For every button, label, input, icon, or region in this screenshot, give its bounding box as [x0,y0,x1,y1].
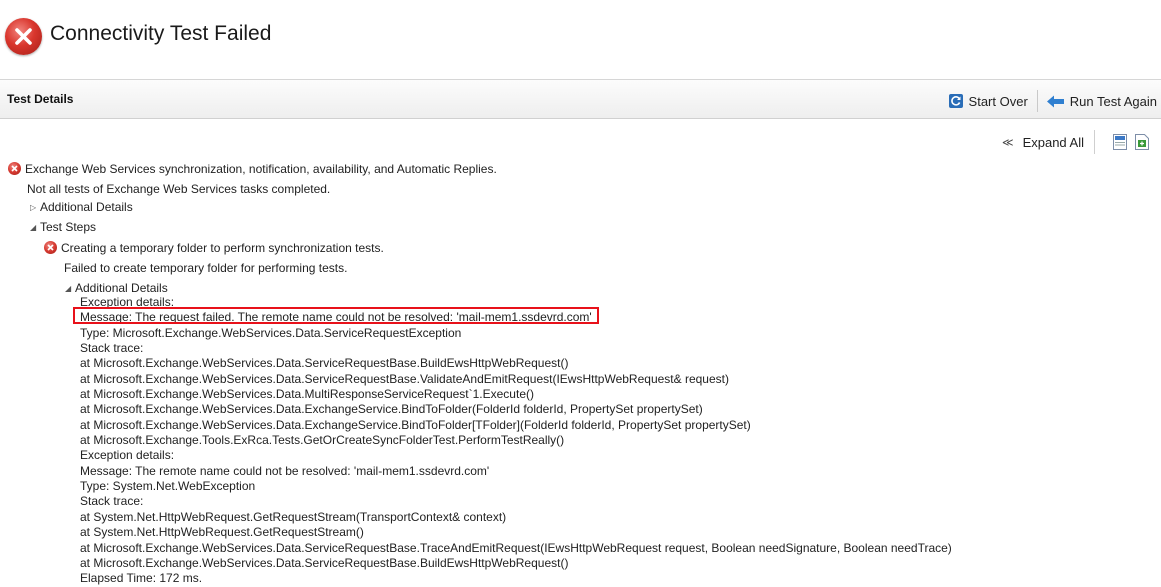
save-document-icon[interactable] [1113,134,1127,150]
detail-line: at Microsoft.Exchange.WebServices.Data.S… [80,555,569,570]
start-over-label: Start Over [968,93,1028,109]
error-icon [44,241,57,254]
detail-line: at Microsoft.Exchange.Tools.ExRca.Tests.… [80,433,565,448]
step-title-text: Creating a temporary folder to perform s… [61,241,384,255]
detail-line: Type: Microsoft.Exchange.WebServices.Dat… [80,325,462,340]
detail-line: Exception details: [80,448,175,463]
test-details-bar: Test Details Start Over Run Test Again [0,79,1161,119]
double-chevron-down-icon: ≪ [1002,136,1014,149]
bar-actions: Start Over Run Test Again [948,90,1157,112]
additional-details-toggle[interactable]: ▷ Additional Details [30,199,133,216]
detail-line: at Microsoft.Exchange.WebServices.Data.S… [80,540,952,555]
run-test-again-button[interactable]: Run Test Again [1046,93,1157,109]
exception-details: Exception details: Message: The request … [80,295,952,587]
step-summary: Failed to create temporary folder for pe… [64,261,348,275]
triangle-right-icon: ▷ [30,203,37,212]
detail-line: at Microsoft.Exchange.WebServices.Data.S… [80,371,729,386]
triangle-down-icon: ◢ [30,223,37,232]
detail-line: Message: The remote name could not be re… [80,463,490,478]
error-icon [8,162,21,175]
detail-line: at System.Net.HttpWebRequest.GetRequestS… [80,525,364,540]
test-steps-label: Test Steps [40,220,97,234]
refresh-icon [948,94,963,108]
detail-line: at Microsoft.Exchange.WebServices.Data.S… [80,356,569,371]
toolbar-divider [1036,90,1038,112]
step-title[interactable]: Creating a temporary folder to perform s… [44,240,384,256]
result-main-title[interactable]: Exchange Web Services synchronization, n… [8,161,497,177]
detail-line: Stack trace: [80,494,144,509]
detail-line: at Microsoft.Exchange.WebServices.Data.E… [80,402,703,417]
detail-line: at System.Net.HttpWebRequest.GetRequestS… [80,509,507,524]
step-additional-details-label: Additional Details [75,281,168,295]
detail-line: at Microsoft.Exchange.WebServices.Data.E… [80,417,751,432]
additional-details-label: Additional Details [40,200,133,214]
detail-line: at Microsoft.Exchange.WebServices.Data.M… [80,387,534,402]
tools-divider [1094,130,1095,154]
test-steps-toggle[interactable]: ◢ Test Steps [30,219,96,236]
back-arrow-icon [1046,95,1064,107]
triangle-down-icon: ◢ [65,284,72,293]
result-main-summary: Not all tests of Exchange Web Services t… [27,182,331,196]
error-highlight-box [73,307,599,324]
section-title: Test Details [7,92,74,106]
detail-line: Stack trace: [80,341,144,356]
export-document-icon[interactable] [1135,134,1149,150]
detail-line: Elapsed Time: 172 ms. [80,571,203,586]
expand-all-label: Expand All [1022,134,1084,150]
start-over-button[interactable]: Start Over [948,93,1028,109]
page-title: Connectivity Test Failed [50,22,272,45]
run-test-again-label: Run Test Again [1069,93,1157,109]
result-main-title-text: Exchange Web Services synchronization, n… [25,162,497,176]
error-x-icon [5,18,42,55]
result-tools: ≪ Expand All [1002,130,1149,154]
detail-line: Type: System.Net.WebException [80,479,256,494]
expand-all-button[interactable]: ≪ Expand All [1002,135,1084,150]
page-header: Connectivity Test Failed [0,0,1161,78]
